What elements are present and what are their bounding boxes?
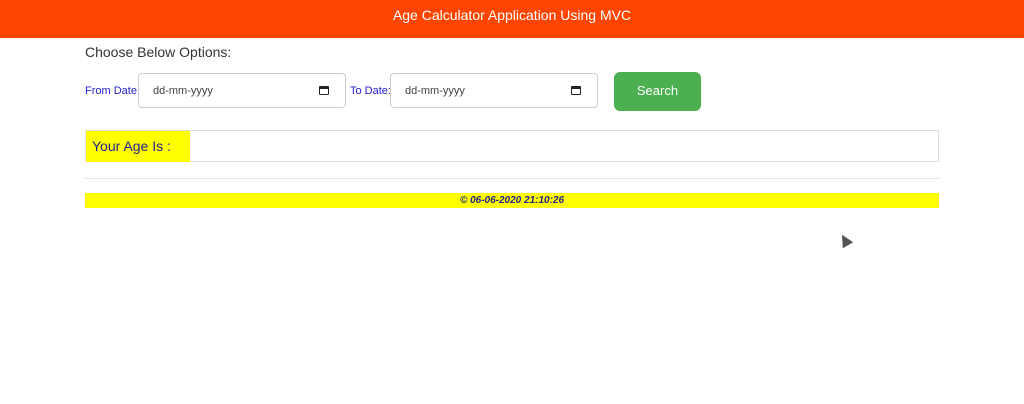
calendar-icon[interactable]: [319, 86, 329, 95]
age-result-box: Your Age Is :: [85, 130, 939, 162]
from-date-placeholder: dd-mm-yyyy: [153, 85, 213, 97]
to-date-placeholder: dd-mm-yyyy: [405, 85, 465, 97]
options-heading: Choose Below Options:: [85, 44, 232, 60]
mouse-cursor-icon: [836, 231, 854, 249]
footer-timestamp: © 06-06-2020 21:10:26: [85, 193, 939, 208]
age-result-label: Your Age Is :: [86, 131, 190, 162]
to-date-label: To Date:: [350, 85, 391, 97]
app-header: Age Calculator Application Using MVC: [0, 0, 1024, 38]
divider: [85, 178, 939, 179]
from-date-input[interactable]: dd-mm-yyyy: [138, 73, 346, 108]
calendar-icon[interactable]: [571, 86, 581, 95]
app-title: Age Calculator Application Using MVC: [392, 7, 632, 23]
to-date-input[interactable]: dd-mm-yyyy: [390, 73, 598, 108]
search-button[interactable]: Search: [614, 72, 701, 111]
from-date-label: From Date:: [85, 85, 141, 97]
